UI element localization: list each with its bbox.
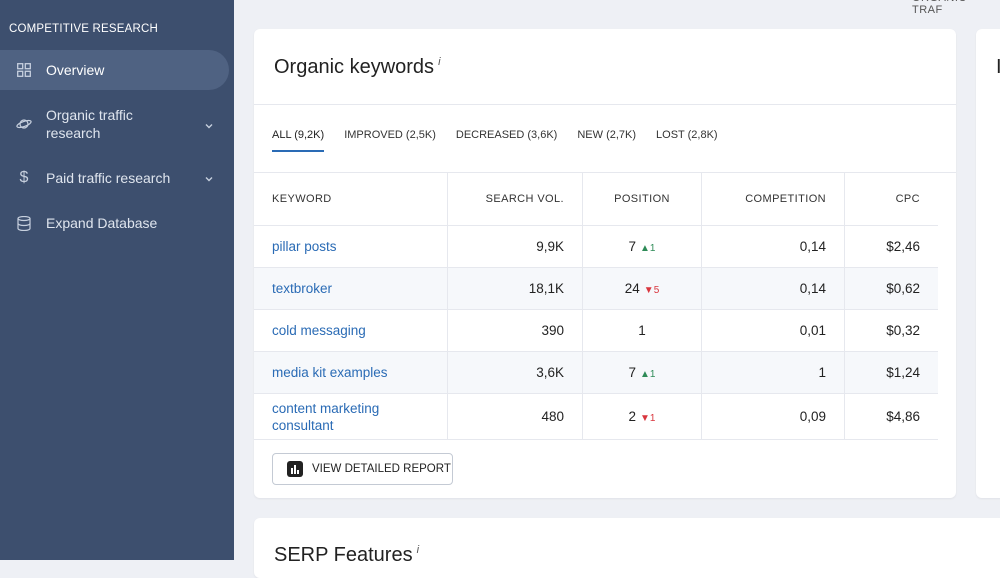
tab-lost[interactable]: LOST (2,8K) — [656, 129, 718, 152]
competition-cell: 0,09 — [701, 393, 845, 440]
column-header-search-volume[interactable]: SEARCH VOL. — [447, 173, 583, 226]
serp-features-card: SERP Features i — [254, 518, 1000, 578]
column-header-keyword[interactable]: KEYWORD — [254, 173, 448, 226]
search-volume-cell: 9,9K — [447, 225, 583, 268]
position-value: 1 — [638, 323, 646, 338]
competition-cell: 1 — [701, 351, 845, 394]
cpc-cell: $0,62 — [844, 267, 938, 310]
planet-icon — [16, 116, 32, 132]
keyword-link[interactable]: media kit examples — [272, 365, 388, 380]
card-title: I — [996, 56, 1000, 78]
position-change: 1 — [649, 413, 656, 424]
position-cell: 2 ▼1 — [582, 393, 702, 440]
position-change: 1 — [649, 369, 656, 380]
search-volume-cell: 390 — [447, 309, 583, 352]
keyword-link[interactable]: textbroker — [272, 281, 332, 296]
right-partial-card: I — [976, 29, 1000, 498]
sidebar-item-label: Overview — [46, 62, 105, 78]
sidebar-item-label: Organic traffic research — [46, 107, 133, 141]
column-header-competition[interactable]: COMPETITION — [701, 173, 845, 226]
keyword-link[interactable]: content marketing consultant — [272, 400, 402, 434]
table-row: media kit examples 3,6K 7 ▲1 1 $1,24 — [254, 351, 938, 394]
column-header-position[interactable]: POSITION — [582, 173, 702, 226]
table-header-row: KEYWORD SEARCH VOL. POSITION COMPETITION… — [254, 173, 938, 226]
search-volume-cell: 18,1K — [447, 267, 583, 310]
card-title: Organic keywords i — [274, 56, 441, 79]
column-header-cpc[interactable]: CPC — [844, 173, 938, 226]
divider — [254, 104, 956, 105]
competition-cell: 0,01 — [701, 309, 845, 352]
keyword-link[interactable]: cold messaging — [272, 323, 366, 338]
view-detailed-report-button[interactable]: VIEW DETAILED REPORT — [272, 453, 453, 485]
position-value: 24 — [624, 281, 640, 296]
position-up-icon: ▲1 — [640, 369, 656, 380]
competition-cell: 0,14 — [701, 267, 845, 310]
sidebar-item-overview[interactable]: Overview — [0, 50, 229, 90]
competition-cell: 0,14 — [701, 225, 845, 268]
cpc-cell: $1,24 — [844, 351, 938, 394]
position-cell: 1 — [582, 309, 702, 352]
cpc-cell: $4,86 — [844, 393, 938, 440]
position-cell: 7 ▲1 — [582, 351, 702, 394]
position-down-icon: ▼1 — [640, 413, 656, 424]
grid-icon — [16, 62, 32, 78]
cpc-cell: $2,46 — [844, 225, 938, 268]
position-cell: 24 ▼5 — [582, 267, 702, 310]
position-cell: 7 ▲1 — [582, 225, 702, 268]
card-title-text: SERP Features — [274, 544, 413, 566]
table-row: pillar posts 9,9K 7 ▲1 0,14 $2,46 — [254, 225, 938, 268]
position-down-icon: ▼5 — [643, 285, 660, 296]
sidebar-section-title: COMPETITIVE RESEARCH — [9, 23, 159, 35]
tab-decreased[interactable]: DECREASED (3,6K) — [456, 129, 557, 152]
sidebar-item-label: Paid traffic research — [46, 170, 171, 186]
card-title: SERP Features i — [274, 544, 419, 567]
sidebar-item-expand-database[interactable]: Expand Database — [0, 205, 229, 241]
chevron-down-icon[interactable] — [203, 172, 215, 184]
top-section-hint: ORGANIC TRAF — [912, 0, 966, 16]
search-volume-cell: 480 — [447, 393, 583, 440]
position-value: 7 — [628, 365, 637, 380]
table-row: textbroker 18,1K 24 ▼5 0,14 $0,62 — [254, 267, 938, 310]
bar-chart-icon — [287, 461, 303, 477]
position-value: 2 — [628, 409, 637, 424]
keyword-link[interactable]: pillar posts — [272, 239, 337, 254]
tab-all[interactable]: ALL (9,2K) — [272, 129, 325, 152]
keywords-table: KEYWORD SEARCH VOL. POSITION COMPETITION… — [254, 173, 938, 440]
organic-keywords-card: Organic keywords i ALL (9,2K) IMPROVED (2… — [254, 29, 956, 498]
position-change: 5 — [653, 285, 660, 296]
position-value: 7 — [628, 239, 637, 254]
position-change: 1 — [649, 243, 656, 254]
position-up-icon: ▲1 — [640, 243, 656, 254]
chevron-down-icon[interactable] — [203, 119, 215, 131]
sidebar: COMPETITIVE RESEARCH Overview Organic tr… — [0, 0, 234, 560]
sidebar-item-label: Expand Database — [46, 215, 158, 231]
sidebar-item-paid-traffic[interactable]: $ Paid traffic research — [0, 160, 229, 196]
button-label: VIEW DETAILED REPORT — [312, 463, 451, 475]
keyword-tabs: ALL (9,2K) IMPROVED (2,5K) DECREASED (3,… — [272, 129, 738, 152]
cpc-cell: $0,32 — [844, 309, 938, 352]
dollar-icon: $ — [19, 169, 29, 186]
search-volume-cell: 3,6K — [447, 351, 583, 394]
tab-improved[interactable]: IMPROVED (2,5K) — [344, 129, 436, 152]
info-icon[interactable]: i — [438, 56, 440, 68]
database-icon — [16, 215, 32, 231]
card-title-text: Organic keywords — [274, 56, 435, 78]
table-row: content marketing consultant 480 2 ▼1 0,0… — [254, 393, 938, 440]
tab-new[interactable]: NEW (2,7K) — [577, 129, 636, 152]
info-icon[interactable]: i — [417, 544, 419, 556]
table-row: cold messaging 390 1 0,01 $0,32 — [254, 309, 938, 352]
sidebar-item-organic-traffic[interactable]: Organic traffic research — [0, 100, 229, 150]
